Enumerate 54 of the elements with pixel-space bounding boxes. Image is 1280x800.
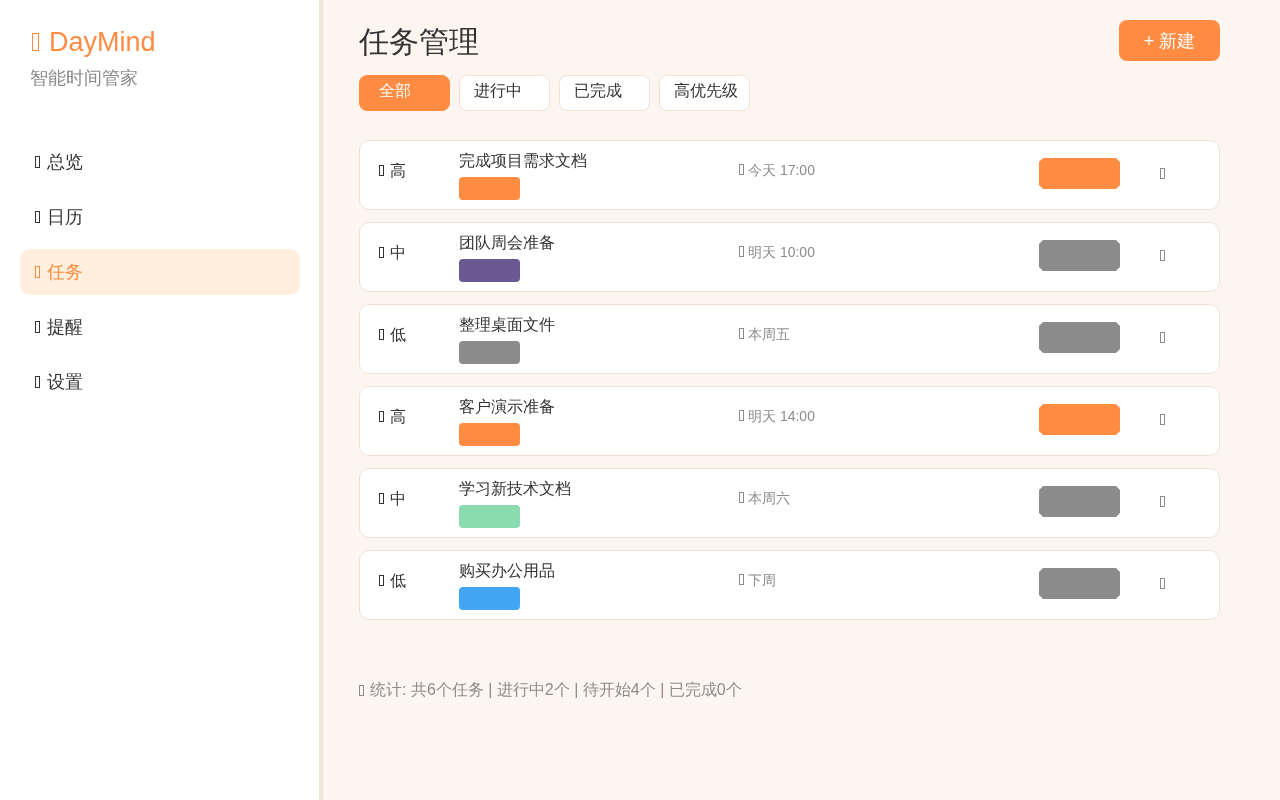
missing-glyph-icon (35, 376, 40, 388)
missing-glyph-icon (379, 247, 384, 258)
missing-glyph-icon (379, 329, 384, 340)
missing-glyph-icon (739, 574, 744, 585)
missing-glyph-icon (739, 164, 744, 175)
priority-label: 中 (390, 488, 406, 509)
brand-subtitle: 智能时间管家 (29, 67, 139, 90)
priority-label: 低 (390, 570, 406, 591)
missing-glyph-icon (379, 165, 384, 176)
task-title: 客户演示准备 (459, 396, 555, 417)
missing-glyph-icon (739, 328, 744, 339)
missing-glyph-icon (35, 321, 40, 333)
missing-glyph-icon (35, 266, 40, 278)
task-title: 团队周会准备 (459, 232, 555, 253)
due-time: 下周 (748, 570, 776, 589)
filter-tab[interactable]: 已完成 (559, 75, 650, 111)
missing-glyph-icon (35, 211, 40, 223)
task-title: 购买办公用品 (459, 560, 555, 581)
missing-glyph-icon[interactable] (1160, 496, 1165, 507)
priority-label: 低 (390, 324, 406, 345)
missing-glyph-icon (379, 411, 384, 422)
due-time: 本周六 (748, 488, 790, 507)
priority-label: 高 (390, 406, 406, 427)
due-time: 本周五 (748, 324, 790, 343)
task-title: 完成项目需求文档 (459, 150, 587, 171)
nav-item[interactable]: 设置 (20, 359, 300, 405)
nav-item[interactable]: 提醒 (20, 304, 300, 350)
missing-glyph-icon[interactable] (1160, 414, 1165, 425)
due-time: 明天 10:00 (748, 242, 815, 261)
stats-summary: 统计: 共6个任务 | 进行中2个 | 待开始4个 | 已完成0个 (370, 680, 742, 700)
nav-item[interactable]: 日历 (20, 194, 300, 240)
filter-tab[interactable]: 高优先级 (659, 75, 750, 111)
missing-glyph-icon[interactable] (1160, 250, 1165, 261)
missing-glyph-icon (35, 156, 40, 168)
filter-tab[interactable]: 进行中 (459, 75, 550, 111)
missing-glyph-icon[interactable] (1160, 168, 1165, 179)
missing-glyph-icon (359, 684, 364, 696)
missing-glyph-icon (379, 575, 384, 586)
nav-item[interactable]: 总览 (20, 139, 300, 185)
due-time: 明天 14:00 (748, 406, 815, 425)
missing-glyph-icon[interactable] (1160, 578, 1165, 589)
brand-name: DayMind (49, 26, 156, 58)
task-title: 整理桌面文件 (459, 314, 555, 335)
task-title: 学习新技术文档 (459, 478, 571, 499)
missing-glyph-icon (739, 410, 744, 421)
due-time: 今天 17:00 (748, 160, 815, 179)
missing-glyph-icon (739, 492, 744, 503)
missing-glyph-icon (32, 33, 39, 51)
priority-label: 高 (390, 160, 406, 181)
priority-label: 中 (390, 242, 406, 263)
missing-glyph-icon[interactable] (1160, 332, 1165, 343)
page-title: 任务管理 (359, 24, 479, 60)
missing-glyph-icon (739, 246, 744, 257)
missing-glyph-icon (379, 493, 384, 504)
